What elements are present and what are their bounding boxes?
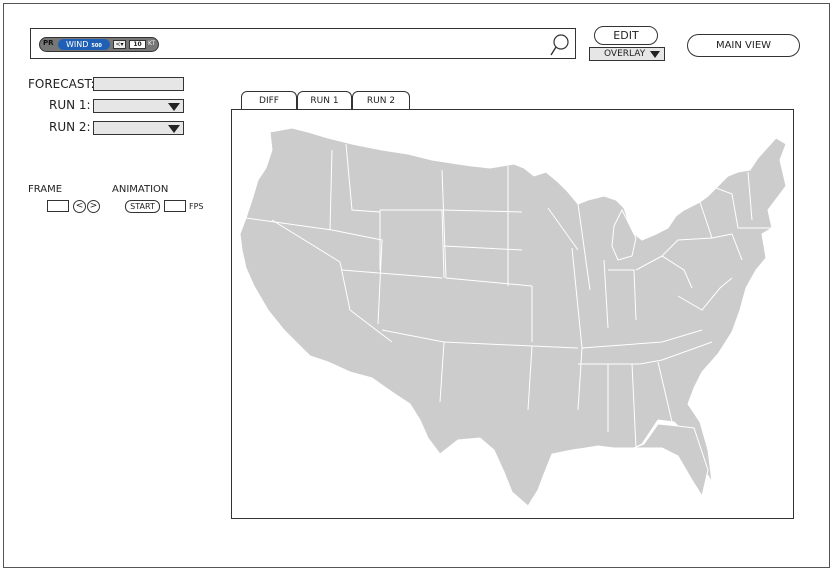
edit-button[interactable]: EDIT — [594, 26, 658, 45]
us-map[interactable] — [232, 110, 795, 520]
frame-label: FRAME — [28, 184, 63, 195]
forecast-field[interactable] — [93, 77, 184, 91]
chevron-down-icon — [168, 103, 180, 111]
next-frame-button[interactable]: > — [87, 200, 100, 213]
us-landmass — [239, 127, 787, 507]
run1-label: RUN 1: — [49, 98, 91, 112]
tab-run1[interactable]: RUN 1 — [297, 91, 352, 110]
overlay-dropdown-label: OVERLAY — [604, 49, 646, 59]
run2-dropdown[interactable] — [93, 121, 184, 135]
layer-chip[interactable]: PR WIND 500 <▾ 10 KT — [39, 37, 159, 52]
layer-variable[interactable]: WIND 500 — [58, 39, 110, 50]
threshold-unit: KT — [148, 40, 156, 47]
layer-variable-label: WIND — [66, 40, 89, 49]
main-view-button[interactable]: MAIN VIEW — [687, 34, 800, 57]
chevron-down-icon — [650, 51, 660, 58]
tab-diff[interactable]: DIFF — [241, 91, 297, 110]
frame-input[interactable] — [47, 200, 69, 212]
threshold-input[interactable]: 10 — [129, 40, 146, 49]
prev-frame-button[interactable]: < — [73, 200, 86, 213]
fps-label: FPS — [189, 202, 204, 211]
run2-label: RUN 2: — [49, 120, 91, 134]
run1-dropdown[interactable] — [93, 99, 184, 113]
animation-label: ANIMATION — [112, 184, 169, 195]
tab-run2[interactable]: RUN 2 — [352, 91, 410, 110]
operator-select[interactable]: <▾ — [113, 40, 126, 49]
map-panel[interactable] — [231, 109, 794, 519]
start-animation-button[interactable]: START — [125, 200, 160, 213]
search-icon[interactable] — [549, 33, 569, 57]
layer-search-bar[interactable]: PR WIND 500 <▾ 10 KT — [30, 28, 576, 59]
layer-level: 500 — [91, 43, 102, 49]
layer-prefix: PR — [43, 39, 54, 47]
overlay-dropdown[interactable]: OVERLAY — [589, 47, 665, 61]
fps-input[interactable] — [164, 200, 186, 212]
forecast-label: FORECAST: — [28, 77, 95, 91]
operator-value: < — [115, 41, 121, 48]
chevron-down-icon — [168, 125, 180, 133]
